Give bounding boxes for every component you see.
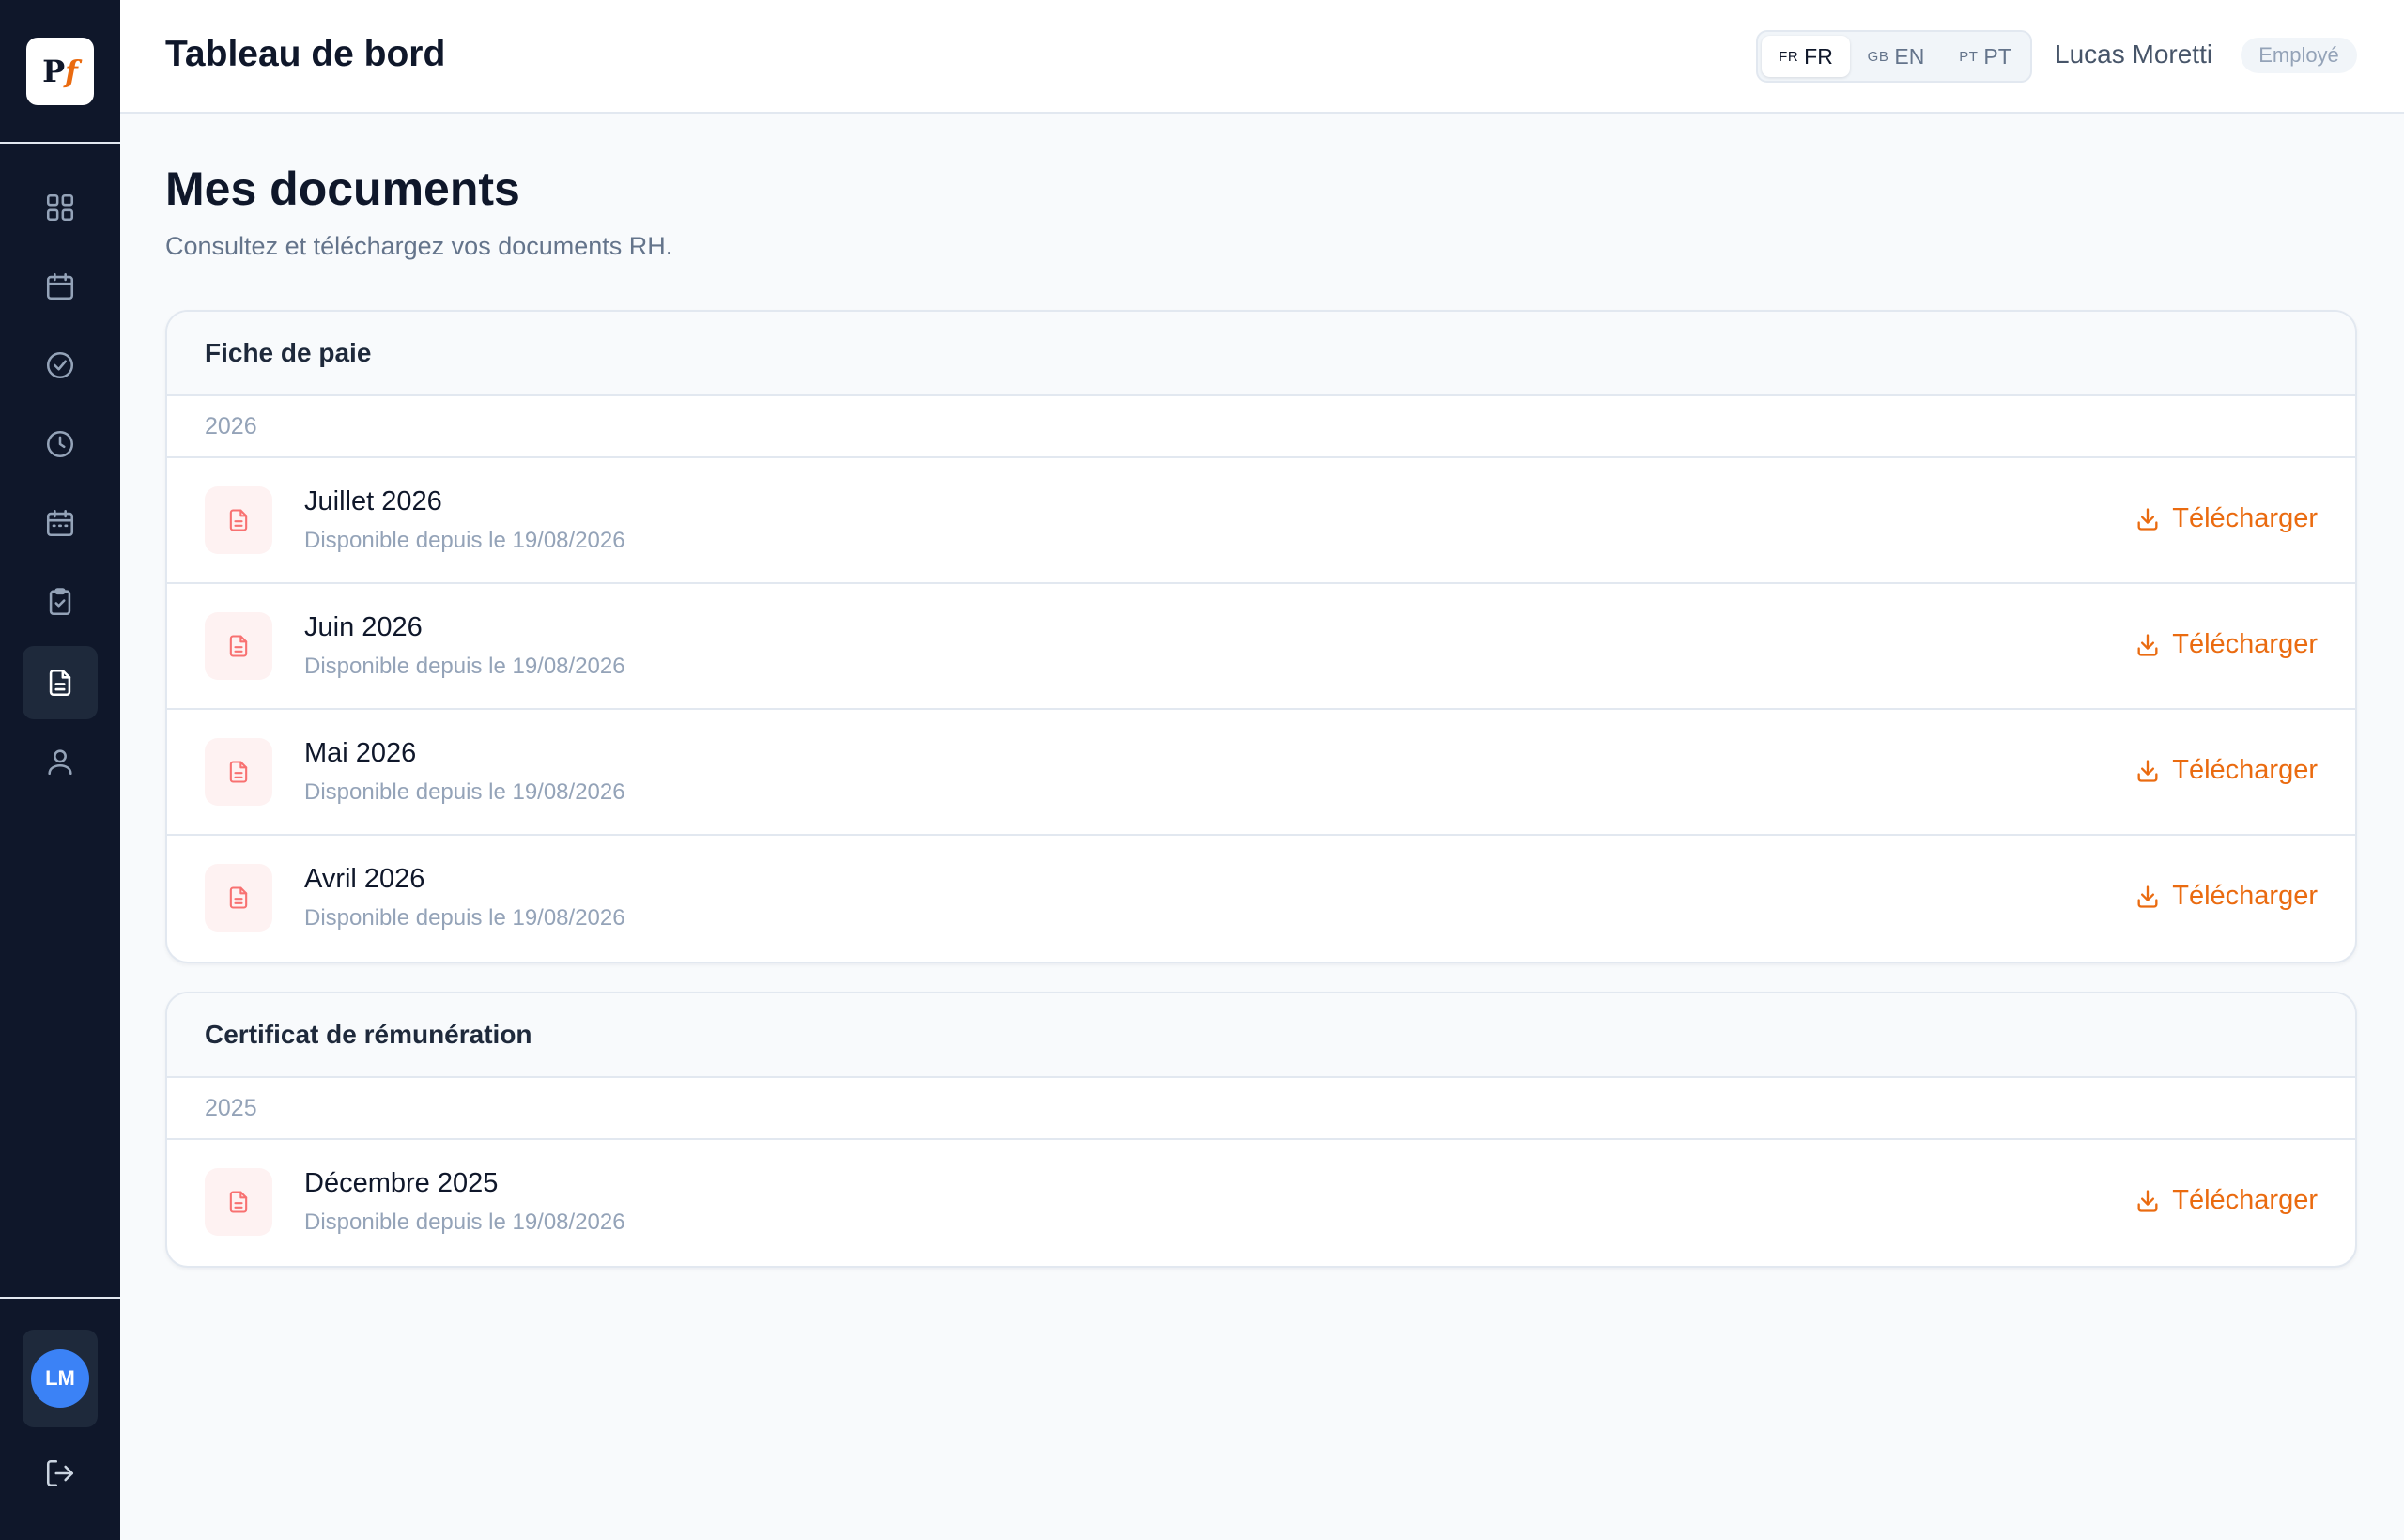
lang-label: EN bbox=[1894, 43, 1925, 69]
sidebar-item-time[interactable] bbox=[23, 408, 98, 481]
sidebar-item-planning[interactable] bbox=[23, 486, 98, 560]
logout-button[interactable] bbox=[23, 1437, 98, 1510]
section-title: Fiche de paie bbox=[167, 312, 2355, 396]
year-label: 2026 bbox=[167, 396, 2355, 458]
download-icon bbox=[2137, 1189, 2158, 1212]
year-label: 2025 bbox=[167, 1078, 2355, 1140]
download-button[interactable]: Télécharger bbox=[2134, 755, 2318, 786]
sidebar-divider bbox=[0, 1297, 120, 1299]
document-availability: Disponible depuis le 19/08/2026 bbox=[304, 779, 625, 805]
logo-area: Pf bbox=[0, 0, 120, 144]
header-title: Tableau de bord bbox=[165, 34, 446, 74]
download-icon bbox=[2137, 507, 2158, 531]
document-row: Décembre 2025 Disponible depuis le 19/08… bbox=[167, 1140, 2355, 1266]
sidebar-item-dashboard[interactable] bbox=[23, 171, 98, 244]
lang-fr-button[interactable]: FR FR bbox=[1762, 36, 1850, 77]
document-name: Juillet 2026 bbox=[304, 486, 442, 516]
download-button[interactable]: Télécharger bbox=[2134, 629, 2318, 660]
download-button[interactable]: Télécharger bbox=[2134, 1185, 2318, 1216]
download-icon bbox=[2137, 885, 2158, 908]
document-name: Juin 2026 bbox=[304, 612, 423, 642]
download-label: Télécharger bbox=[2172, 881, 2318, 911]
document-row: Mai 2026 Disponible depuis le 19/08/2026… bbox=[167, 710, 2355, 836]
check-circle-icon bbox=[46, 351, 74, 379]
file-text-icon bbox=[229, 761, 248, 783]
document-icon bbox=[205, 612, 272, 680]
document-icon bbox=[205, 486, 272, 554]
sidebar-item-profile[interactable] bbox=[23, 725, 98, 798]
file-text-icon bbox=[49, 669, 71, 697]
lang-label: PT bbox=[1983, 43, 2011, 69]
file-text-icon bbox=[229, 635, 248, 657]
salary-certificate-card: Certificat de rémunération 2025 Décembre… bbox=[165, 992, 2357, 1268]
page-subtitle: Consultez et téléchargez vos documents R… bbox=[165, 232, 673, 260]
document-icon bbox=[205, 1168, 272, 1236]
file-text-icon bbox=[229, 509, 248, 531]
flag-fr: FR bbox=[1779, 48, 1799, 65]
download-label: Télécharger bbox=[2172, 1185, 2318, 1215]
download-label: Télécharger bbox=[2172, 755, 2318, 785]
avatar: LM bbox=[31, 1349, 89, 1408]
download-label: Télécharger bbox=[2172, 629, 2318, 659]
document-icon bbox=[205, 864, 272, 932]
document-availability: Disponible depuis le 19/08/2026 bbox=[304, 1209, 625, 1235]
document-row: Avril 2026 Disponible depuis le 19/08/20… bbox=[167, 836, 2355, 962]
document-availability: Disponible depuis le 19/08/2026 bbox=[304, 905, 625, 931]
payslip-card: Fiche de paie 2026 Juillet 2026 Disponib… bbox=[165, 310, 2357, 963]
file-text-icon bbox=[229, 1191, 248, 1213]
download-icon bbox=[2137, 633, 2158, 656]
file-text-icon bbox=[229, 886, 248, 909]
download-icon bbox=[2137, 759, 2158, 782]
lang-label: FR bbox=[1804, 43, 1833, 69]
flag-gb: GB bbox=[1867, 48, 1889, 65]
document-name: Mai 2026 bbox=[304, 738, 417, 768]
section-title: Certificat de rémunération bbox=[167, 993, 2355, 1078]
download-label: Télécharger bbox=[2172, 503, 2318, 533]
clipboard-check-icon bbox=[49, 588, 71, 616]
document-icon bbox=[205, 738, 272, 806]
sidebar-item-tasks[interactable] bbox=[23, 565, 98, 639]
role-badge: Employé bbox=[2241, 38, 2357, 73]
download-button[interactable]: Télécharger bbox=[2134, 881, 2318, 912]
app-logo[interactable]: Pf bbox=[26, 38, 94, 105]
document-name: Décembre 2025 bbox=[304, 1168, 499, 1198]
download-button[interactable]: Télécharger bbox=[2134, 503, 2318, 534]
page-title: Mes documents bbox=[165, 162, 520, 215]
sidebar: Pf LM bbox=[0, 0, 120, 1540]
document-row: Juillet 2026 Disponible depuis le 19/08/… bbox=[167, 458, 2355, 584]
document-availability: Disponible depuis le 19/08/2026 bbox=[304, 528, 625, 553]
logout-icon bbox=[46, 1459, 74, 1487]
document-name: Avril 2026 bbox=[304, 864, 425, 894]
lang-en-button[interactable]: GB EN bbox=[1854, 36, 1938, 77]
grid-icon bbox=[46, 193, 74, 222]
document-availability: Disponible depuis le 19/08/2026 bbox=[304, 654, 625, 679]
user-menu[interactable]: LM bbox=[23, 1330, 98, 1427]
language-switcher: FR FR GB EN PT PT bbox=[1756, 30, 2032, 83]
sidebar-item-approvals[interactable] bbox=[23, 329, 98, 402]
calendar-icon bbox=[46, 272, 74, 300]
sidebar-item-calendar[interactable] bbox=[23, 250, 98, 323]
sidebar-item-documents[interactable] bbox=[23, 646, 98, 719]
clock-icon bbox=[46, 430, 74, 458]
lang-pt-button[interactable]: PT PT bbox=[1942, 36, 2028, 77]
flag-pt: PT bbox=[1959, 48, 1979, 65]
user-icon bbox=[48, 749, 72, 776]
calendar-grid-icon bbox=[46, 509, 74, 537]
document-row: Juin 2026 Disponible depuis le 19/08/202… bbox=[167, 584, 2355, 710]
user-name: Lucas Moretti bbox=[2055, 39, 2213, 69]
top-header: Tableau de bord FR FR GB EN PT PT Lucas … bbox=[120, 0, 2404, 114]
